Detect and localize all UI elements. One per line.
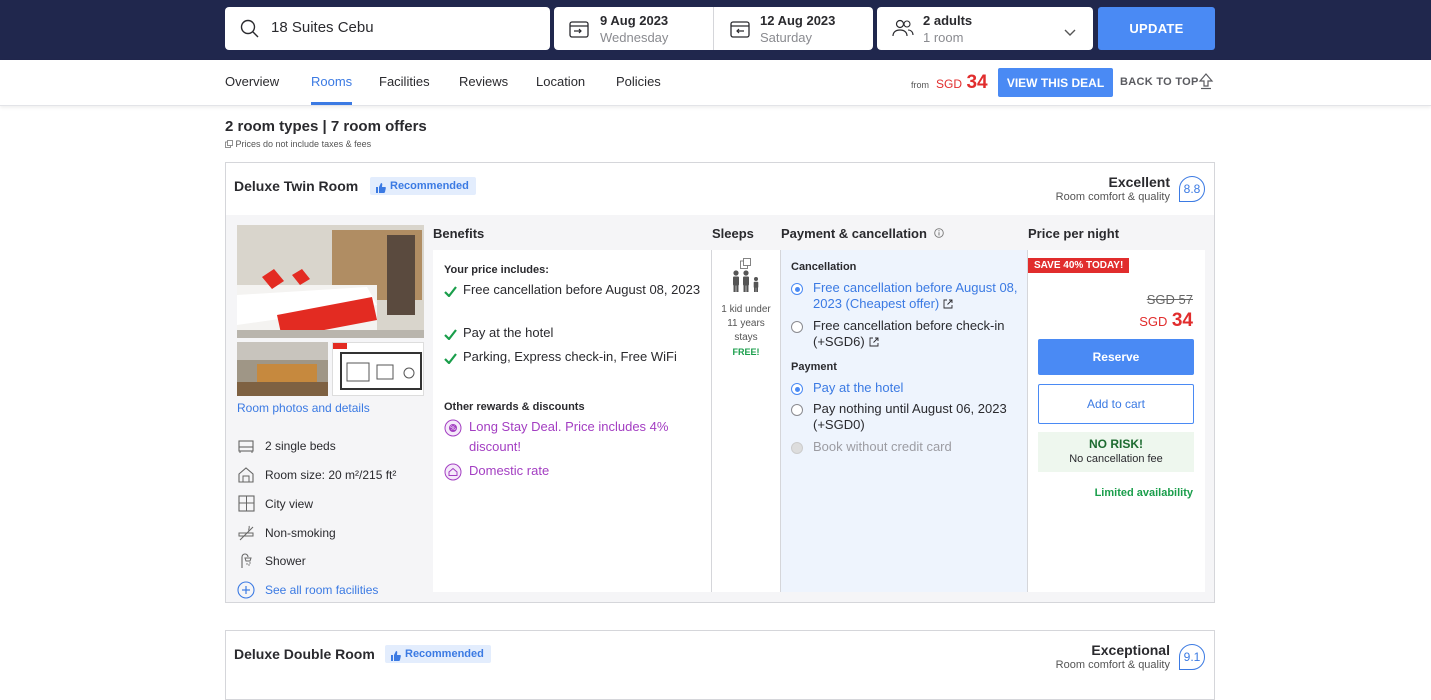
price-panel: SAVE 40% TODAY! SGD 57 SGD 34 Reserve Ad… <box>1028 250 1205 592</box>
room-floorplan-thumb[interactable] <box>332 342 424 396</box>
search-icon <box>240 19 259 43</box>
no-smoking-icon <box>237 523 257 543</box>
rewards-heading: Other rewards & discounts <box>444 401 585 413</box>
rating-score: 8.8 <box>1179 176 1205 202</box>
external-link-icon[interactable] <box>943 299 953 309</box>
price-includes-heading: Your price includes: <box>444 264 549 276</box>
radio-unselected[interactable] <box>791 404 803 416</box>
rating-score: 9.1 <box>1179 644 1205 670</box>
plus-circle-icon <box>237 580 257 600</box>
payment-heading: Payment <box>791 361 837 373</box>
recommended-badge: Recommended <box>385 645 491 663</box>
room-name: Deluxe Twin Room <box>234 178 359 194</box>
tab-location[interactable]: Location <box>536 74 585 89</box>
date-divider <box>713 7 714 50</box>
update-button[interactable]: UPDATE <box>1098 7 1215 50</box>
radio-unselected[interactable] <box>791 321 803 333</box>
room-rating: Excellent Room comfort & quality <box>1055 174 1170 203</box>
payment-panel: Cancellation Free cancellation before Au… <box>781 250 1027 592</box>
check-icon <box>444 350 457 370</box>
room-photos-link[interactable]: Room photos and details <box>237 401 370 415</box>
section-nav: Overview Rooms Facilities Reviews Locati… <box>0 60 1431 106</box>
from-price: SGD 34 <box>936 72 988 93</box>
external-link-icon[interactable] <box>869 337 879 347</box>
room-card: Deluxe Double Room Recommended Exception… <box>225 630 1215 700</box>
bed-icon <box>237 436 257 456</box>
save-tag: SAVE 40% TODAY! <box>1028 258 1130 273</box>
reserve-button[interactable]: Reserve <box>1038 339 1194 375</box>
active-tab-indicator <box>311 102 352 105</box>
house-size-icon <box>237 465 257 485</box>
tab-reviews[interactable]: Reviews <box>459 74 508 89</box>
window-view-icon <box>237 494 257 514</box>
arrow-up-icon[interactable] <box>1198 72 1214 95</box>
date-picker[interactable]: 9 Aug 2023 Wednesday 12 Aug 2023 Saturda… <box>554 7 873 50</box>
radio-disabled <box>791 442 803 454</box>
check-icon <box>444 283 457 303</box>
thumbs-up-icon <box>376 181 386 199</box>
thumbs-up-icon <box>391 649 401 667</box>
home-icon <box>444 463 462 487</box>
original-price: SGD 57 <box>1146 292 1193 307</box>
current-price: SGD 34 <box>1139 310 1193 331</box>
discount-badge-icon: % <box>444 419 462 443</box>
tab-policies[interactable]: Policies <box>616 74 661 89</box>
tax-note: Prices do not include taxes & fees <box>225 139 371 149</box>
info-copy-icon <box>225 140 233 148</box>
tab-overview[interactable]: Overview <box>225 74 279 89</box>
availability-label: Limited availability <box>1094 487 1193 499</box>
chevron-down-icon <box>1064 24 1076 42</box>
room-rating: Exceptional Room comfort & quality <box>1055 642 1170 671</box>
room-details: Room photos and details 2 single beds Ro… <box>226 215 1214 602</box>
kid-policy: 1 kid under 11 years stays FREE! <box>721 304 771 357</box>
col-benefits: Benefits <box>433 226 485 241</box>
people-icon <box>892 19 914 42</box>
search-box[interactable]: 18 Suites Cebu <box>225 7 550 50</box>
checkout-date[interactable]: 12 Aug 2023 Saturday <box>760 13 835 45</box>
from-label: from <box>911 80 929 90</box>
no-risk-box: NO RISK! No cancellation fee <box>1038 432 1194 472</box>
adults-kid-icon <box>729 270 763 297</box>
benefits-panel: Your price includes: Free cancellation b… <box>433 250 711 592</box>
tab-rooms[interactable]: Rooms <box>311 74 352 89</box>
info-icon[interactable] <box>933 228 944 238</box>
col-payment: Payment & cancellation <box>781 226 944 241</box>
sleeps-panel: 1 kid under 11 years stays FREE! <box>712 250 780 592</box>
calendar-checkout-icon <box>730 20 750 43</box>
room-photo-thumb[interactable] <box>237 342 328 396</box>
room-card: Deluxe Twin Room Recommended Excellent R… <box>225 162 1215 603</box>
room-name: Deluxe Double Room <box>234 646 375 662</box>
guests-selector[interactable]: 2 adults 1 room <box>877 7 1093 50</box>
recommended-badge: Recommended <box>370 177 476 195</box>
col-sleeps: Sleeps <box>712 226 754 241</box>
shower-icon <box>237 551 257 571</box>
radio-selected[interactable] <box>791 283 803 295</box>
radio-selected[interactable] <box>791 383 803 395</box>
calendar-checkin-icon <box>569 20 589 43</box>
back-to-top-link[interactable]: BACK TO TOP <box>1120 76 1199 88</box>
add-to-cart-button[interactable]: Add to cart <box>1038 384 1194 424</box>
search-input[interactable]: 18 Suites Cebu <box>271 19 374 36</box>
col-price: Price per night <box>1028 226 1120 241</box>
tab-facilities[interactable]: Facilities <box>379 74 430 89</box>
svg-text:%: % <box>450 425 456 432</box>
rooms-summary: 2 room types | 7 room offers <box>225 118 427 135</box>
view-deal-button[interactable]: VIEW THIS DEAL <box>998 68 1113 97</box>
room-photo-main[interactable] <box>237 225 424 338</box>
cancellation-heading: Cancellation <box>791 261 857 273</box>
checkin-date[interactable]: 9 Aug 2023 Wednesday <box>600 13 668 45</box>
check-icon <box>444 326 457 346</box>
search-header: 18 Suites Cebu 9 Aug 2023 Wednesday 12 A… <box>0 0 1431 60</box>
